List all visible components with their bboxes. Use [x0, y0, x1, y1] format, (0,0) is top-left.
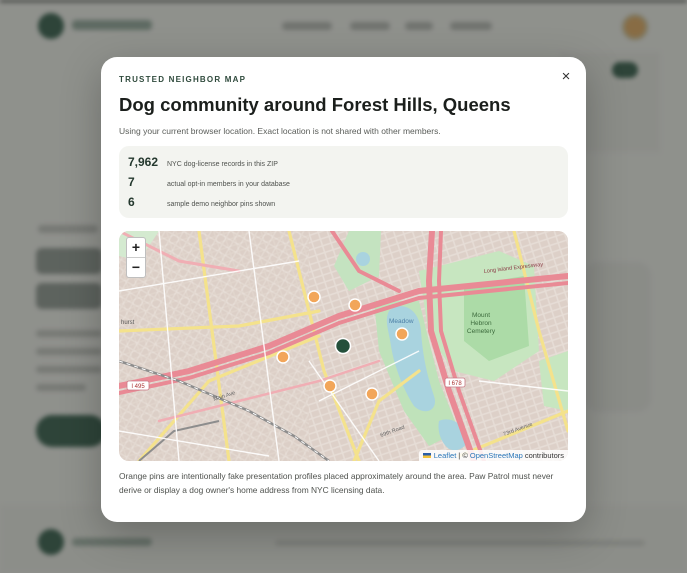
openstreetmap-link[interactable]: OpenStreetMap: [470, 451, 523, 460]
map-label-mount-hebron-l1: Mount: [472, 312, 490, 319]
demo-neighbor-pin[interactable]: [395, 327, 409, 341]
modal-subtitle: Using your current browser location. Exa…: [119, 126, 441, 136]
current-location-pin[interactable]: [334, 337, 352, 355]
demo-neighbor-pin[interactable]: [323, 379, 337, 393]
leaflet-link[interactable]: Leaflet: [434, 451, 457, 460]
svg-text:I 495: I 495: [131, 384, 145, 390]
stat-value: 6: [128, 195, 135, 209]
map-tiles[interactable]: I 495 I 678 Meadow Mount Hebron Cemetery…: [119, 231, 568, 461]
stat-label: sample demo neighbor pins shown: [167, 201, 276, 208]
map-label-hurst: hurst: [121, 320, 135, 326]
map-label-mount-hebron-l2: Hebron: [470, 320, 492, 327]
stat-demo-pins: 6 sample demo neighbor pins shown: [128, 195, 275, 209]
stat-license-records: 7,962 NYC dog-license records in this ZI…: [128, 155, 278, 169]
route-shield-495: I 495: [126, 380, 150, 391]
demo-neighbor-pin[interactable]: [365, 387, 379, 401]
demo-neighbor-pin[interactable]: [348, 298, 362, 312]
stat-value: 7,962: [128, 155, 159, 169]
map-attribution: Leaflet | © OpenStreetMap contributors: [418, 450, 568, 461]
route-shield-678: I 678: [444, 377, 466, 388]
neighbor-map-modal: TRUSTED NEIGHBOR MAP × Dog community aro…: [101, 57, 586, 522]
attribution-suffix: contributors: [524, 451, 564, 460]
neighborhood-map[interactable]: I 495 I 678 Meadow Mount Hebron Cemetery…: [119, 231, 568, 461]
stat-label: actual opt-in members in your database: [167, 181, 290, 188]
zoom-in-button[interactable]: +: [127, 238, 145, 257]
map-label-mount-hebron-l3: Cemetery: [467, 328, 496, 335]
ukraine-flag-icon: [422, 453, 431, 458]
zoom-control: + −: [126, 237, 146, 278]
modal-eyebrow: TRUSTED NEIGHBOR MAP: [119, 75, 247, 84]
stat-opt-in-members: 7 actual opt-in members in your database: [128, 175, 290, 189]
map-footnote: Orange pins are intentionally fake prese…: [119, 471, 554, 495]
zoom-out-button[interactable]: −: [127, 258, 145, 277]
stats-panel: 7,962 NYC dog-license records in this ZI…: [119, 146, 568, 218]
demo-neighbor-pin[interactable]: [276, 350, 290, 364]
svg-text:I 678: I 678: [448, 381, 462, 387]
map-label-meadow: Meadow: [389, 318, 414, 325]
demo-neighbor-pin[interactable]: [307, 290, 321, 304]
stat-value: 7: [128, 175, 135, 189]
stat-label: NYC dog-license records in this ZIP: [167, 161, 278, 168]
close-icon[interactable]: ×: [558, 69, 574, 85]
attribution-separator: | ©: [458, 451, 468, 460]
modal-title: Dog community around Forest Hills, Queen…: [119, 94, 511, 115]
